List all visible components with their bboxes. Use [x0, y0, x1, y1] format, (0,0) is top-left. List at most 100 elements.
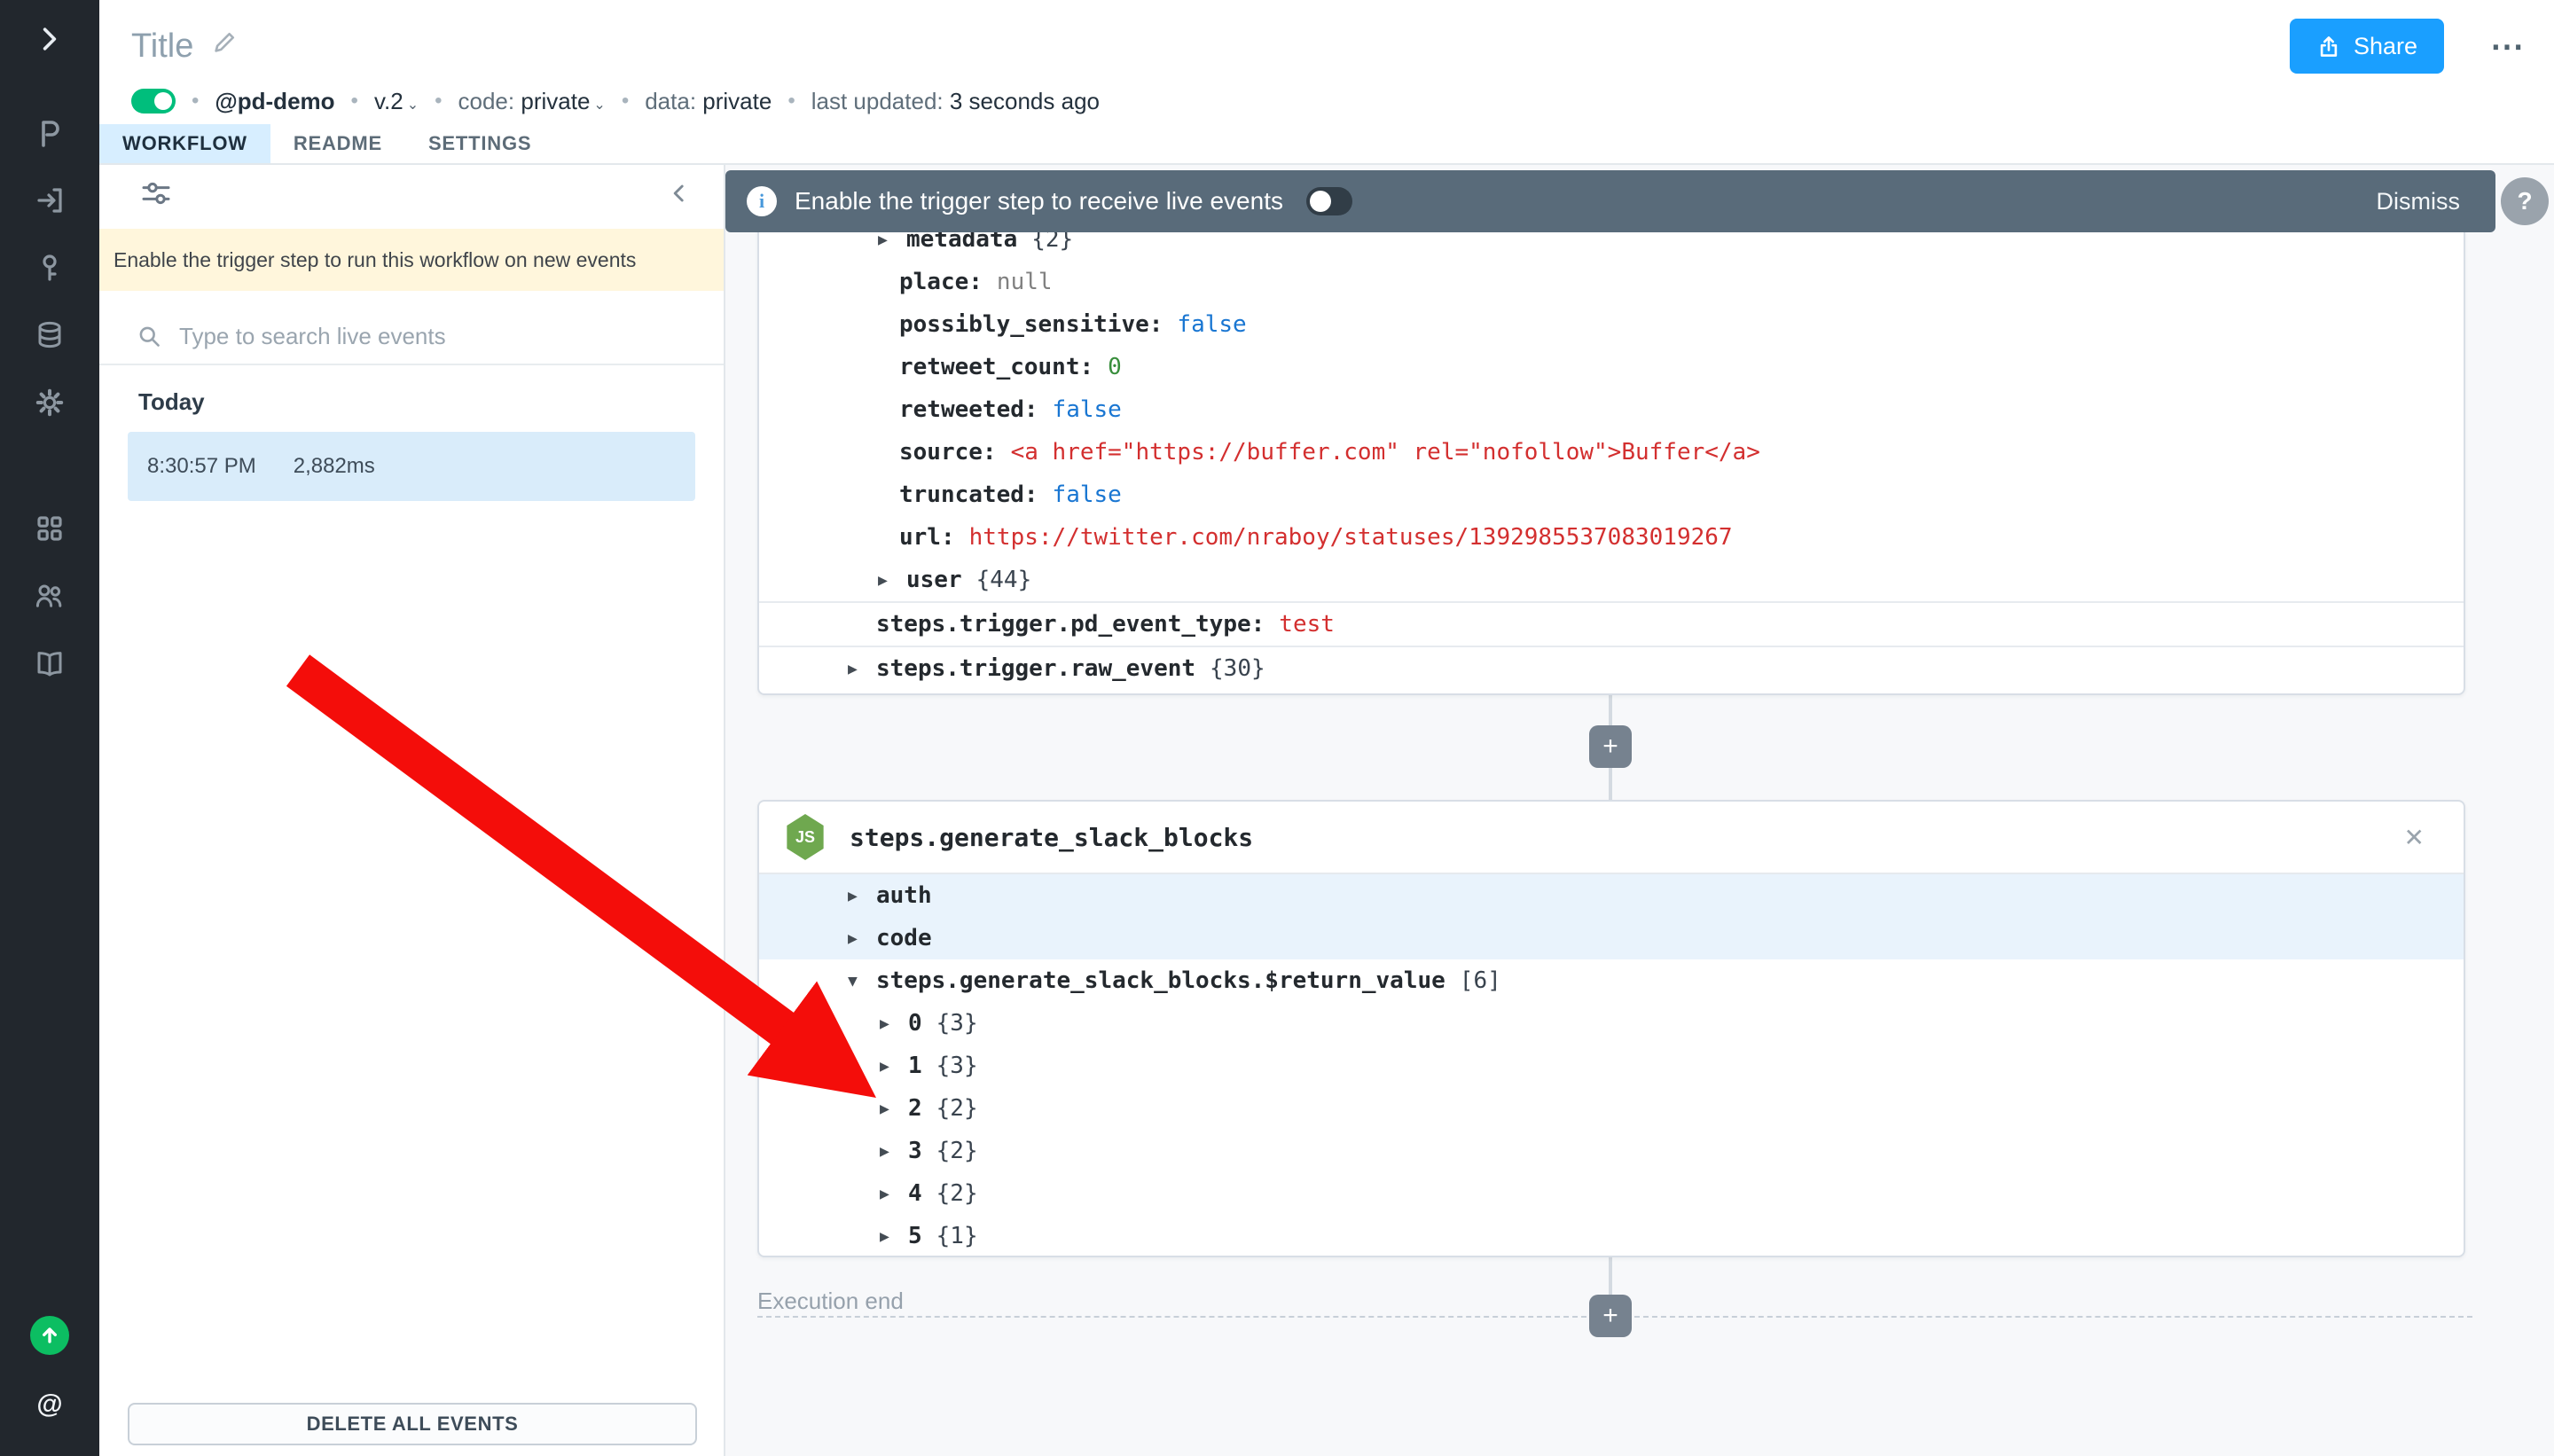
content-area: Enable the trigger step to run this work…: [99, 165, 2554, 1456]
book-icon[interactable]: [32, 646, 67, 681]
exit-icon[interactable]: [32, 183, 67, 218]
expand-arrow-icon[interactable]: ▶: [848, 887, 876, 905]
tree-row-url[interactable]: url: https://twitter.com/nraboy/statuses…: [759, 516, 2464, 559]
tab-settings[interactable]: SETTINGS: [405, 124, 554, 163]
share-label: Share: [2353, 32, 2417, 59]
tree-row-item-4[interactable]: ▶ 4 {2}: [759, 1172, 2464, 1215]
tab-readme[interactable]: README: [270, 124, 405, 163]
execution-end-label: Execution end: [757, 1288, 904, 1314]
separator-dot: •: [192, 89, 200, 113]
tree-row-item-3[interactable]: ▶ 3 {2}: [759, 1130, 2464, 1172]
live-events-toggle[interactable]: [1305, 187, 1352, 215]
chevron-down-icon: ⌄: [406, 97, 419, 113]
mentions-icon[interactable]: @: [32, 1387, 67, 1422]
add-step-button[interactable]: +: [1589, 725, 1632, 768]
tree-row-return-value[interactable]: ▼ steps.generate_slack_blocks.$return_va…: [759, 959, 2464, 1002]
last-updated: last updated: 3 seconds ago: [811, 87, 1100, 114]
tree-row-user[interactable]: ▶ user {44}: [759, 559, 2464, 601]
share-button[interactable]: Share: [2289, 19, 2444, 74]
info-icon: i: [747, 186, 777, 216]
tree-row-retweeted[interactable]: retweeted: false: [759, 388, 2464, 431]
add-step-button[interactable]: +: [1589, 1295, 1632, 1337]
delete-all-events-button[interactable]: DELETE ALL EVENTS: [128, 1403, 697, 1445]
expand-arrow-icon[interactable]: ▶: [880, 1227, 908, 1246]
events-panel: Enable the trigger step to run this work…: [99, 165, 725, 1456]
tree-row-possibly-sensitive[interactable]: possibly_sensitive: false: [759, 303, 2464, 346]
search-icon: [139, 326, 160, 347]
workflow-header: Title Share ⋯ • @pd-demo • v.2 ⌄ • code: …: [99, 0, 2554, 124]
expand-arrow-icon[interactable]: ▶: [880, 1014, 908, 1033]
step-title: steps.generate_slack_blocks: [850, 822, 1254, 852]
chevron-down-icon: ⌄: [593, 97, 606, 113]
workflow-canvas: ▶ metadata {2} place: null possibly_sens…: [725, 165, 2554, 1456]
dismiss-button[interactable]: Dismiss: [2366, 186, 2472, 217]
gear-icon[interactable]: [32, 385, 67, 420]
filter-icon[interactable]: [138, 176, 174, 218]
tree-row-truncated[interactable]: truncated: false: [759, 474, 2464, 516]
people-icon[interactable]: [32, 578, 67, 614]
deploy-toggle[interactable]: [131, 89, 176, 114]
close-icon[interactable]: ✕: [2393, 821, 2435, 854]
banner-text: Enable the trigger step to receive live …: [795, 187, 1283, 215]
separator-dot: •: [787, 89, 795, 113]
event-duration: 2,882ms: [293, 454, 375, 478]
expand-arrow-icon[interactable]: ▶: [880, 1057, 908, 1076]
account-link[interactable]: @pd-demo: [215, 88, 334, 115]
event-search: [99, 309, 724, 365]
step-result-tree: ▶ auth ▶ code ▼ steps.generate_slack_blo…: [759, 874, 2464, 1256]
events-toolbar: [99, 165, 724, 229]
separator-dot: •: [435, 89, 443, 113]
expand-arrow-icon[interactable]: ▶: [880, 1100, 908, 1118]
apps-grid-icon[interactable]: [32, 511, 67, 546]
version-dropdown[interactable]: v.2 ⌄: [374, 88, 419, 115]
tree-row-auth[interactable]: ▶ auth: [759, 874, 2464, 917]
sidebar: @: [0, 0, 99, 1456]
expand-arrow-icon[interactable]: ▶: [878, 571, 906, 590]
tree-row-pd-event-type[interactable]: steps.trigger.pd_event_type: test: [759, 603, 2464, 646]
tree-row-item-5[interactable]: ▶ 5 {1}: [759, 1215, 2464, 1256]
event-list-item[interactable]: 8:30:57 PM 2,882ms: [128, 432, 695, 501]
expand-arrow-icon[interactable]: ▶: [880, 1142, 908, 1161]
trigger-notice: Enable the trigger step to run this work…: [99, 229, 724, 291]
tree-row-item-1[interactable]: ▶ 1 {3}: [759, 1045, 2464, 1087]
tab-workflow[interactable]: WORKFLOW: [99, 124, 270, 163]
main-column: Title Share ⋯ • @pd-demo • v.2 ⌄ • code: …: [99, 0, 2554, 1456]
workflow-meta-row: • @pd-demo • v.2 ⌄ • code: private ⌄ • dat…: [131, 78, 2527, 124]
expand-arrow-icon[interactable]: ▶: [848, 660, 876, 678]
title-row: Title Share ⋯: [131, 14, 2527, 78]
more-menu-button[interactable]: ⋯: [2487, 27, 2527, 67]
collapse-arrow-icon[interactable]: ▼: [848, 972, 876, 990]
code-visibility-dropdown[interactable]: code: private ⌄: [458, 88, 606, 115]
tree-row-code[interactable]: ▶ code: [759, 917, 2464, 959]
expand-arrow-icon[interactable]: ▶: [848, 929, 876, 948]
tree-row-raw-event[interactable]: ▶ steps.trigger.raw_event {30}: [759, 647, 2464, 690]
expand-sidebar-chevron-icon[interactable]: [32, 21, 67, 57]
separator-dot: •: [621, 89, 630, 113]
edit-title-icon[interactable]: [211, 29, 238, 63]
pipedream-logo-icon[interactable]: [32, 115, 67, 151]
tree-row-place[interactable]: place: null: [759, 261, 2464, 303]
tree-row-retweet-count[interactable]: retweet_count: 0: [759, 346, 2464, 388]
upgrade-icon[interactable]: [30, 1316, 69, 1355]
separator-dot: •: [350, 89, 358, 113]
page-title: Title: [131, 27, 194, 65]
key-icon[interactable]: [32, 250, 67, 286]
tree-row-item-2[interactable]: ▶ 2 {2}: [759, 1087, 2464, 1130]
app-window: @ Title Share ⋯ • @pd-demo • v.2 ⌄ • cod…: [0, 0, 2554, 1456]
search-input[interactable]: [176, 320, 699, 352]
share-icon: [2320, 36, 2338, 57]
help-button[interactable]: ?: [2501, 177, 2549, 225]
nodejs-icon: JS: [787, 814, 824, 860]
event-group-label: Today: [138, 388, 205, 415]
tree-row-item-0[interactable]: ▶ 0 {3}: [759, 1002, 2464, 1045]
collapse-panel-icon[interactable]: [665, 179, 693, 215]
data-visibility: data: private: [645, 87, 772, 114]
code-step-card: JS steps.generate_slack_blocks ✕ ▶ auth …: [757, 800, 2465, 1257]
database-icon[interactable]: [32, 317, 67, 353]
event-time: 8:30:57 PM: [147, 454, 256, 478]
tab-bar: WORKFLOW README SETTINGS: [99, 124, 2554, 165]
expand-arrow-icon[interactable]: ▶: [880, 1185, 908, 1203]
expand-arrow-icon[interactable]: ▶: [878, 231, 906, 249]
tree-row-source[interactable]: source: <a href="https://buffer.com" rel…: [759, 431, 2464, 474]
trigger-result-card: ▶ metadata {2} place: null possibly_sens…: [757, 211, 2465, 695]
